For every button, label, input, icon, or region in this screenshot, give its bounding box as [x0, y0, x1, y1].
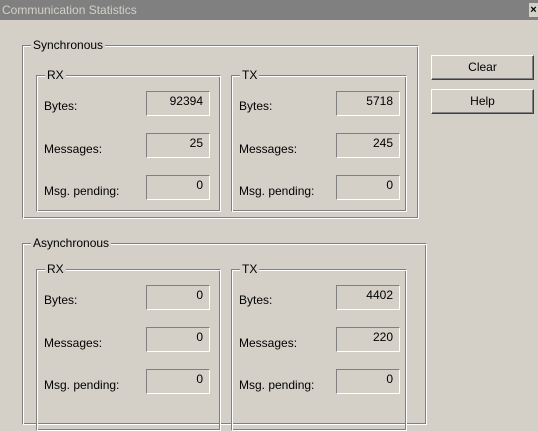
- asynchronous-group: Asynchronous RX Bytes: 0 Messages: 0 Msg…: [22, 236, 427, 431]
- async-tx-messages-value: 220: [336, 327, 400, 352]
- sync-tx-messages-label: Messages:: [239, 142, 298, 156]
- clear-button[interactable]: Clear: [431, 55, 534, 80]
- async-rx-messages-value: 0: [146, 327, 210, 352]
- async-rx-messages-label: Messages:: [44, 336, 103, 350]
- close-button[interactable]: ×: [529, 3, 538, 17]
- sync-rx-bytes-value: 92394: [146, 91, 210, 116]
- async-tx-bytes-value: 4402: [336, 285, 400, 310]
- sync-tx-title: TX: [240, 68, 260, 82]
- synchronous-group: Synchronous RX Bytes: 92394 Messages: 25…: [22, 38, 419, 219]
- async-rx-pending-value: 0: [146, 369, 210, 394]
- sync-tx-messages-value: 245: [336, 133, 400, 158]
- sync-tx-bytes-value: 5718: [336, 91, 400, 116]
- sync-rx-pending-value: 0: [146, 175, 210, 200]
- async-rx-bytes-label: Bytes:: [44, 293, 78, 307]
- async-tx-pending-value: 0: [336, 369, 400, 394]
- async-tx-pending-label: Msg. pending:: [239, 378, 315, 392]
- sync-rx-messages-label: Messages:: [44, 142, 103, 156]
- async-tx-group: TX Bytes: 4402 Messages: 220 Msg. pendin…: [231, 262, 407, 431]
- async-tx-title: TX: [240, 262, 260, 276]
- sync-rx-messages-value: 25: [146, 133, 210, 158]
- window-title: Communication Statistics: [2, 3, 137, 17]
- sync-tx-pending-label: Msg. pending:: [239, 184, 315, 198]
- sync-rx-pending-label: Msg. pending:: [44, 184, 120, 198]
- sync-rx-bytes-label: Bytes:: [44, 99, 78, 113]
- async-rx-title: RX: [45, 262, 66, 276]
- async-rx-bytes-value: 0: [146, 285, 210, 310]
- sync-tx-pending-value: 0: [336, 175, 400, 200]
- title-bar: Communication Statistics ×: [0, 0, 538, 20]
- async-rx-group: RX Bytes: 0 Messages: 0 Msg. pending: 0: [36, 262, 221, 431]
- sync-tx-group: TX Bytes: 5718 Messages: 245 Msg. pendin…: [231, 68, 407, 212]
- async-rx-pending-label: Msg. pending:: [44, 378, 120, 392]
- async-tx-bytes-label: Bytes:: [239, 293, 273, 307]
- sync-rx-group: RX Bytes: 92394 Messages: 25 Msg. pendin…: [36, 68, 221, 212]
- sync-tx-bytes-label: Bytes:: [239, 99, 273, 113]
- async-tx-messages-label: Messages:: [239, 336, 298, 350]
- help-button[interactable]: Help: [431, 89, 534, 114]
- asynchronous-group-title: Asynchronous: [31, 236, 112, 250]
- synchronous-group-title: Synchronous: [31, 38, 106, 52]
- sync-rx-title: RX: [45, 68, 66, 82]
